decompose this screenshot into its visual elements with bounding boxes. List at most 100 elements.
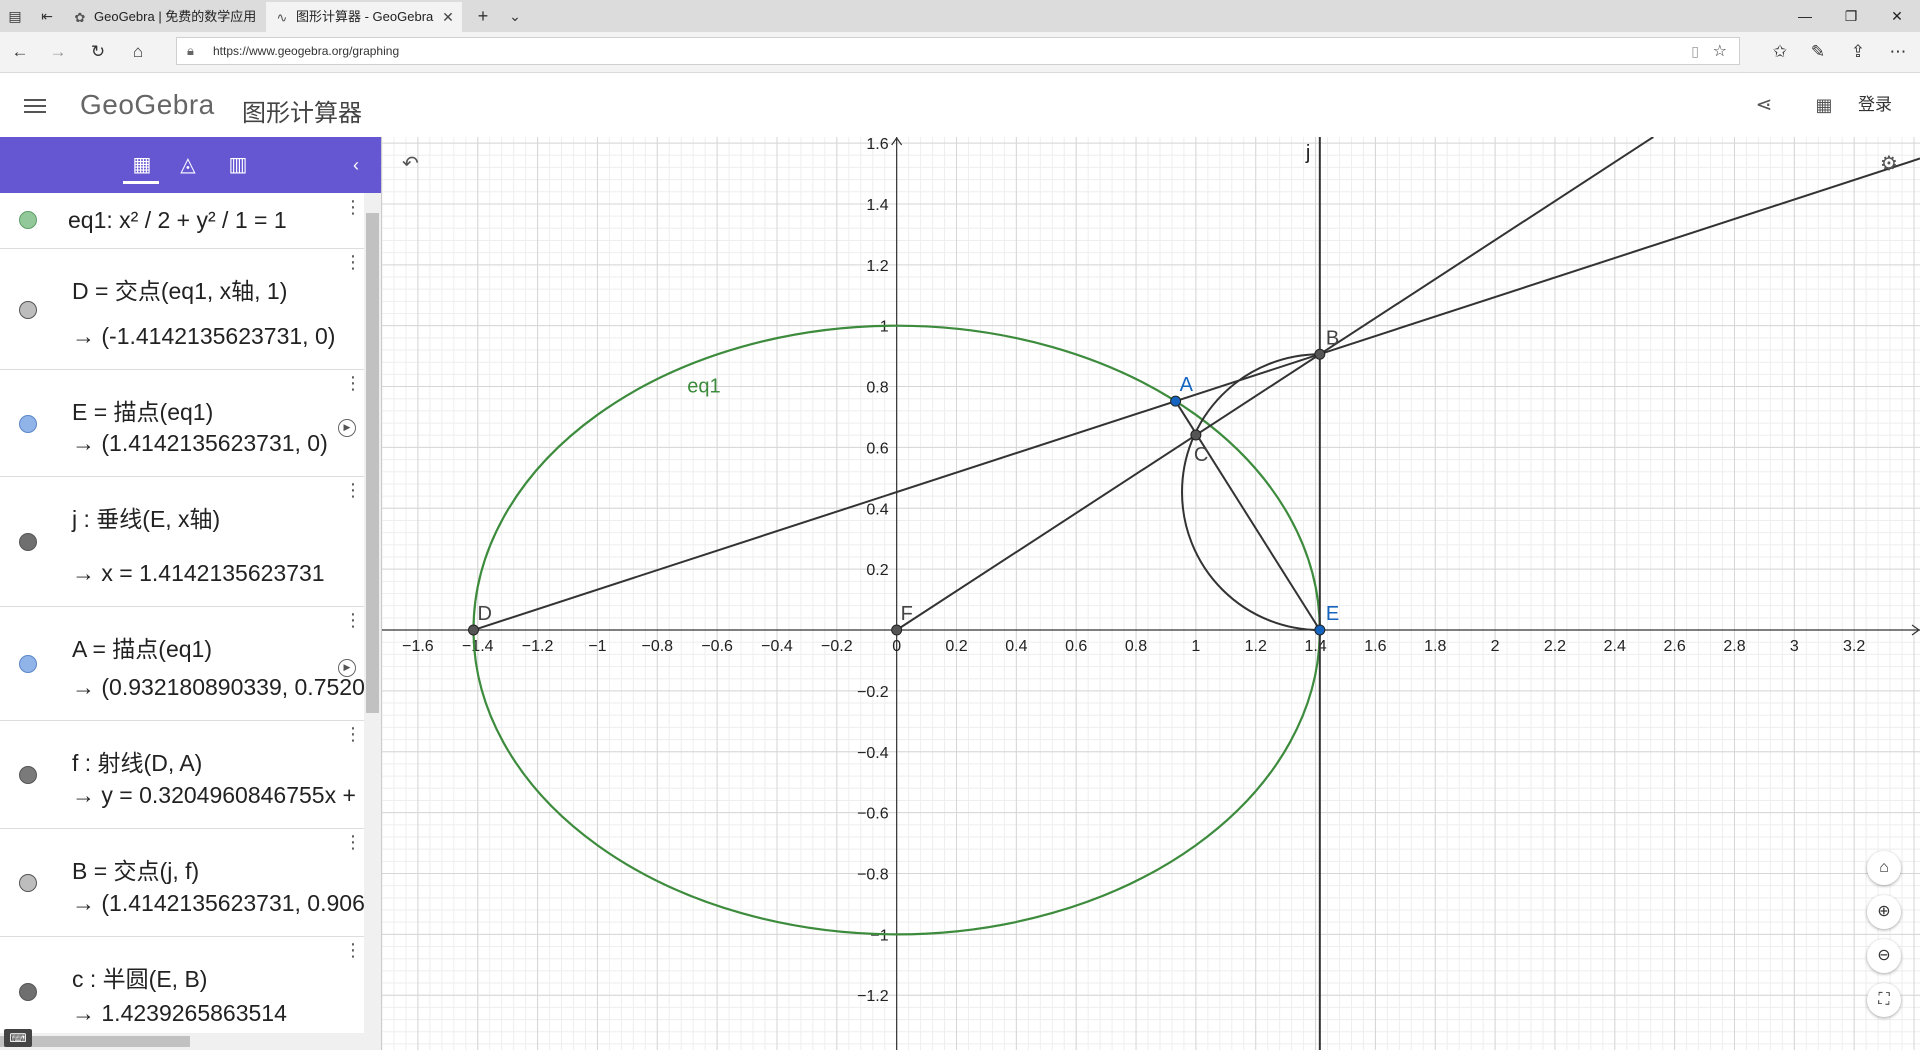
y-tick-label: 1.2	[866, 258, 888, 275]
apps-grid-icon[interactable]: ▦	[1812, 93, 1836, 117]
more-options-icon[interactable]: ⋮	[344, 373, 362, 394]
tab-graphing[interactable]: ∿ 图形计算器 - GeoGebra ✕	[266, 2, 462, 32]
algebra-value: → (1.4142135623731, 0.906	[72, 890, 364, 916]
collapse-panel-icon[interactable]: ‹	[342, 151, 370, 179]
fullscreen-icon[interactable]: ⛶	[1867, 983, 1901, 1017]
tab-title: GeoGebra | 免费的数学应用	[94, 9, 257, 24]
algebra-value: → y = 0.3204960846755x +	[72, 782, 356, 808]
point-B	[1314, 348, 1326, 360]
algebra-horizontal-scrollbar[interactable]	[0, 1033, 364, 1050]
home-icon[interactable]: ⌂	[126, 40, 150, 64]
zoom-out-icon[interactable]: ⊖	[1867, 939, 1901, 973]
visibility-toggle[interactable]	[19, 655, 37, 673]
y-tick-label: 0.8	[866, 380, 888, 397]
algebra-item[interactable]: f : 射线(D, A) → y = 0.3204960846755x + ⋮	[0, 720, 364, 829]
geogebra-logo[interactable]: GeoGebra	[80, 89, 215, 121]
undo-icon[interactable]: ↶	[402, 151, 419, 176]
refresh-icon[interactable]: ↻	[86, 40, 110, 64]
back-icon[interactable]: ←	[8, 40, 32, 64]
algebra-definition[interactable]: eq1: x² / 2 + y² / 1 = 1	[68, 207, 287, 234]
pen-icon[interactable]: ✎	[1806, 40, 1830, 64]
app-header: GeoGebra 图形计算器 ⋖ ▦ 登录	[0, 73, 1920, 138]
keyboard-icon[interactable]: ⌨	[4, 1029, 32, 1047]
tab-list-chevron-icon[interactable]: ⌄	[506, 7, 524, 25]
visibility-toggle[interactable]	[19, 874, 37, 892]
tab-actions-icon[interactable]: ▤	[6, 7, 24, 25]
x-tick-label: −0.6	[701, 638, 733, 655]
point-label-F: F	[901, 603, 913, 625]
forward-icon[interactable]: →	[46, 40, 70, 64]
table-icon[interactable]: ▥	[224, 151, 252, 179]
scrollbar-thumb[interactable]	[366, 213, 379, 713]
home-view-icon[interactable]: ⌂	[1867, 851, 1901, 885]
y-tick-label: −1	[870, 927, 888, 944]
play-animation-icon[interactable]: ▶	[338, 419, 356, 437]
more-options-icon[interactable]: ⋮	[344, 610, 362, 631]
algebra-definition[interactable]: E = 描点(eq1)	[72, 393, 213, 427]
algebra-scrollbar[interactable]	[364, 193, 381, 1050]
more-options-icon[interactable]: ⋮	[344, 832, 362, 853]
algebra-definition[interactable]: D = 交点(eq1, x轴, 1)	[72, 272, 287, 306]
visibility-toggle[interactable]	[19, 415, 37, 433]
point-E	[1314, 624, 1326, 636]
zoom-in-icon[interactable]: ⊕	[1867, 895, 1901, 929]
tab-geogebra-home[interactable]: ✿ GeoGebra | 免费的数学应用	[64, 2, 264, 32]
visibility-toggle[interactable]	[19, 211, 37, 229]
gear-icon[interactable]: ⚙	[1880, 151, 1898, 176]
calculator-icon[interactable]: ▦	[128, 151, 156, 179]
close-tab-icon[interactable]: ✕	[440, 2, 456, 32]
more-icon[interactable]: ⋯	[1886, 40, 1910, 64]
graph-canvas[interactable]: −1.6 −1.4 −1.2 −1 −0.8 −0.6 −0.4 −0.2 0 0.2 0.4 0.6…	[382, 137, 1920, 1050]
algebra-value: → (1.4142135623731, 0)	[72, 430, 328, 456]
more-options-icon[interactable]: ⋮	[344, 724, 362, 745]
algebra-item[interactable]: D = 交点(eq1, x轴, 1) → (-1.4142135623731, 0…	[0, 248, 364, 370]
algebra-definition[interactable]: j : 垂线(E, x轴)	[72, 500, 220, 534]
line-j-label: j	[1305, 142, 1310, 164]
favorites-icon[interactable]: ✩	[1768, 40, 1792, 64]
favorite-star-icon[interactable]: ☆	[1713, 41, 1727, 61]
algebra-definition[interactable]: A = 描点(eq1)	[72, 630, 212, 664]
more-options-icon[interactable]: ⋮	[344, 940, 362, 961]
algebra-item[interactable]: B = 交点(j, f) → (1.4142135623731, 0.906 ⋮	[0, 828, 364, 937]
point-label-B: B	[1326, 327, 1339, 349]
visibility-toggle[interactable]	[19, 301, 37, 319]
algebra-item[interactable]: j : 垂线(E, x轴) → x = 1.4142135623731 ⋮	[0, 476, 364, 607]
algebra-item[interactable]: E = 描点(eq1) → (1.4142135623731, 0) ⋮ ▶	[0, 369, 364, 477]
visibility-toggle[interactable]	[19, 766, 37, 784]
algebra-item[interactable]: eq1: x² / 2 + y² / 1 = 1 ⋮	[0, 193, 364, 249]
point-label-C: C	[1194, 444, 1208, 466]
minimize-icon[interactable]: —	[1782, 0, 1828, 32]
more-options-icon[interactable]: ⋮	[344, 197, 362, 218]
x-tick-label: 0.8	[1125, 638, 1147, 655]
reading-view-icon[interactable]: ▯	[1691, 43, 1699, 60]
ray-FB	[896, 137, 1654, 631]
visibility-toggle[interactable]	[19, 983, 37, 1001]
new-tab-icon[interactable]: +	[474, 7, 492, 25]
algebra-definition[interactable]: c : 半圆(E, B)	[72, 960, 207, 994]
more-options-icon[interactable]: ⋮	[344, 480, 362, 501]
y-tick-label: −0.4	[857, 745, 889, 762]
y-tick-label: −0.6	[857, 806, 889, 823]
visibility-toggle[interactable]	[19, 533, 37, 551]
play-animation-icon[interactable]: ▶	[338, 659, 356, 677]
close-window-icon[interactable]: ✕	[1874, 0, 1920, 32]
restore-icon[interactable]: ❐	[1828, 0, 1874, 32]
share-page-icon[interactable]: ⇪	[1846, 40, 1870, 64]
point-D	[467, 624, 479, 636]
share-icon[interactable]: ⋖	[1752, 93, 1776, 117]
more-options-icon[interactable]: ⋮	[344, 252, 362, 273]
x-tick-label: 2.8	[1723, 638, 1745, 655]
x-tick-label: 0.2	[945, 638, 967, 655]
graphics-view[interactable]: −1.6 −1.4 −1.2 −1 −0.8 −0.6 −0.4 −0.2 0 0.2 0.4 0.6…	[382, 137, 1920, 1050]
login-button[interactable]: 登录	[1858, 93, 1892, 117]
tab-title: 图形计算器 - GeoGebra	[296, 9, 434, 24]
menu-icon[interactable]	[24, 95, 46, 115]
url-field[interactable]: 🔒︎ https://www.geogebra.org/graphing ▯ ☆	[176, 37, 1740, 65]
set-aside-tabs-icon[interactable]: ⇤	[38, 7, 56, 25]
tools-icon[interactable]: ◬	[174, 151, 202, 179]
algebra-item[interactable]: A = 描点(eq1) → (0.932180890339, 0.7520 ⋮ ▶	[0, 606, 364, 721]
point-A	[1170, 395, 1182, 407]
algebra-definition[interactable]: B = 交点(j, f)	[72, 852, 199, 886]
algebra-definition[interactable]: f : 射线(D, A)	[72, 744, 202, 778]
algebra-item[interactable]: c : 半圆(E, B) → 1.4239265863514 ⋮	[0, 936, 364, 1033]
